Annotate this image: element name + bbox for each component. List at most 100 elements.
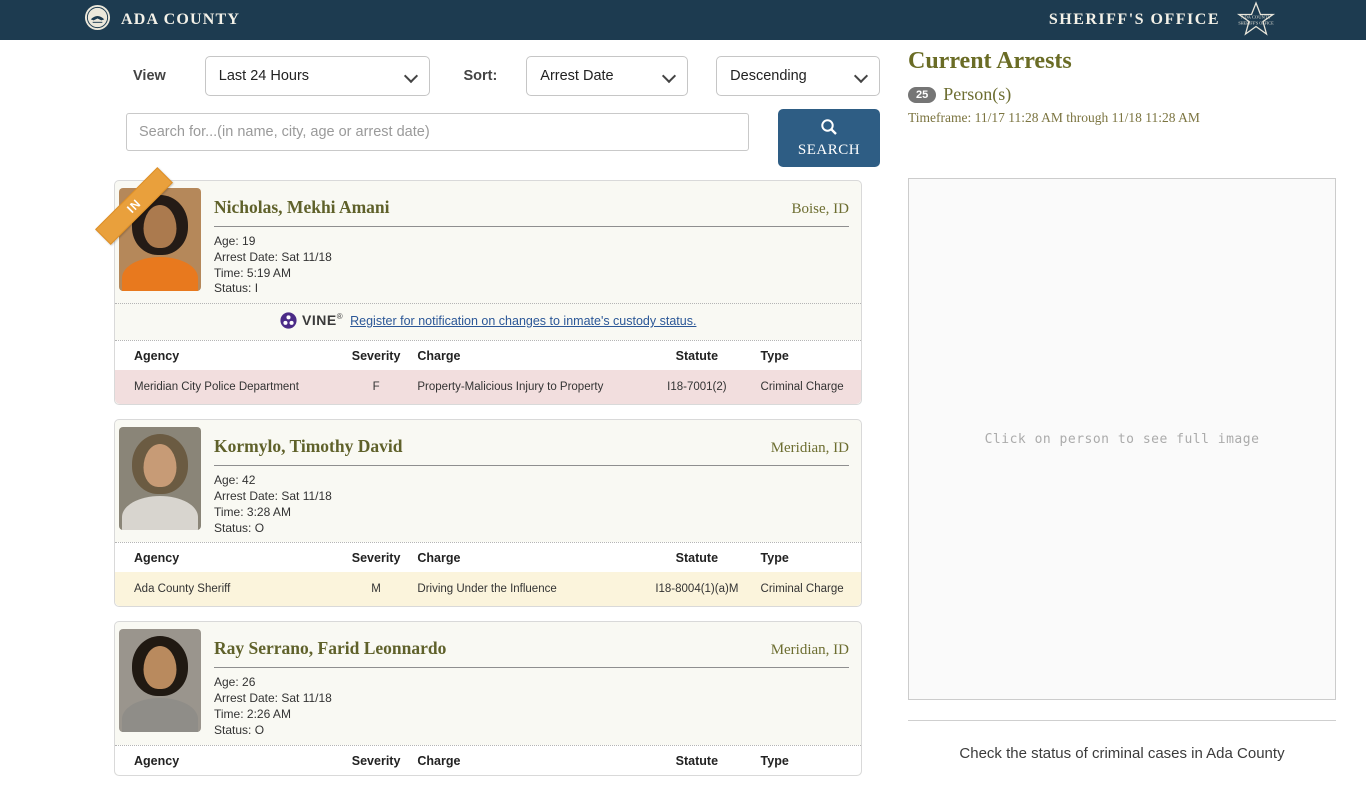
status-line: Status: O bbox=[214, 521, 849, 537]
charge-description: Property-Malicious Injury to Property bbox=[413, 370, 637, 404]
arrest-card[interactable]: Kormylo, Timothy David Meridian, ID Age:… bbox=[114, 419, 862, 607]
col-charge: Charge bbox=[413, 746, 637, 775]
person-city: Meridian, ID bbox=[771, 642, 849, 659]
status-value: O bbox=[255, 521, 264, 535]
badge-text-line1: ADA COUNTY bbox=[1241, 15, 1272, 20]
current-arrests-panel: Current Arrests 25 Person(s) Timeframe: … bbox=[908, 40, 1336, 768]
mugshot[interactable] bbox=[119, 427, 201, 530]
age-line: Age: 42 bbox=[214, 473, 849, 489]
search-button[interactable]: SEARCH bbox=[778, 109, 880, 167]
arrest-card[interactable]: IN Nicholas, Mekhi Amani Boise, ID Age: … bbox=[114, 180, 862, 405]
charge-agency: Ada County Sheriff bbox=[115, 572, 339, 606]
status-value: I bbox=[255, 281, 258, 295]
charge-type: Criminal Charge bbox=[757, 370, 861, 404]
sort-direction-select[interactable]: Descending bbox=[716, 56, 880, 96]
badge-text-line2: SHERIFF'S OFFICE bbox=[1238, 21, 1274, 26]
col-severity: Severity bbox=[339, 746, 414, 775]
mugshot-torso bbox=[122, 257, 198, 291]
search-bar: SEARCH bbox=[114, 109, 880, 167]
charges-header-row: Agency Severity Charge Statute Type bbox=[115, 341, 861, 370]
preview-placeholder-text: Click on person to see full image bbox=[985, 432, 1260, 447]
col-charge: Charge bbox=[413, 341, 637, 370]
charge-severity: M bbox=[339, 572, 414, 606]
person-count-label: Person(s) bbox=[943, 84, 1011, 105]
charge-severity: F bbox=[339, 370, 414, 404]
sheriff-star-badge-icon: ADA COUNTY SHERIFF'S OFFICE bbox=[1230, 1, 1282, 39]
view-select-value: Last 24 Hours bbox=[219, 68, 309, 84]
person-city: Meridian, ID bbox=[771, 440, 849, 457]
sort-field-value: Arrest Date bbox=[540, 68, 613, 84]
sort-label: Sort: bbox=[463, 68, 497, 84]
col-statute: Statute bbox=[637, 341, 756, 370]
vine-brand: VINE bbox=[302, 312, 337, 328]
timeframe-text: Timeframe: 11/17 11:28 AM through 11/18 … bbox=[908, 110, 1336, 126]
arrest-date-value: Sat 11/18 bbox=[281, 250, 331, 264]
vine-register-link[interactable]: Register for notification on changes to … bbox=[350, 314, 696, 328]
charges-header-row: Agency Severity Charge Statute Type bbox=[115, 746, 861, 775]
col-agency: Agency bbox=[115, 543, 339, 572]
time-value: 5:19 AM bbox=[247, 266, 291, 280]
charges-table-section: Agency Severity Charge Statute Type Meri… bbox=[115, 340, 861, 404]
charge-row: Ada County Sheriff M Driving Under the I… bbox=[115, 572, 861, 606]
col-type: Type bbox=[757, 543, 861, 572]
person-count-badge: 25 bbox=[908, 87, 936, 103]
mugshot-face bbox=[144, 444, 177, 487]
arrest-list: IN Nicholas, Mekhi Amani Boise, ID Age: … bbox=[114, 180, 862, 776]
panel-title: Current Arrests bbox=[908, 48, 1336, 75]
col-type: Type bbox=[757, 341, 861, 370]
col-agency: Agency bbox=[115, 341, 339, 370]
panel-divider bbox=[908, 720, 1336, 721]
age-value: 26 bbox=[242, 675, 255, 689]
charges-body: Ada County Sheriff M Driving Under the I… bbox=[115, 572, 861, 606]
full-image-preview: Click on person to see full image bbox=[908, 178, 1336, 700]
charge-agency: Meridian City Police Department bbox=[115, 370, 339, 404]
arrest-card[interactable]: Ray Serrano, Farid Leonnardo Meridian, I… bbox=[114, 621, 862, 775]
name-divider bbox=[214, 226, 849, 227]
charge-statute: I18-8004(1)(a)M bbox=[637, 572, 756, 606]
age-value: 19 bbox=[242, 234, 255, 248]
time-line: Time: 2:26 AM bbox=[214, 707, 849, 723]
case-status-link[interactable]: Check the status of criminal cases in Ad… bbox=[908, 745, 1336, 762]
mugshot-face bbox=[144, 205, 177, 248]
mugshot-torso bbox=[122, 496, 198, 530]
charge-statute: I18-7001(2) bbox=[637, 370, 756, 404]
search-button-label: SEARCH bbox=[798, 142, 860, 159]
charge-row: Meridian City Police Department F Proper… bbox=[115, 370, 861, 404]
person-city: Boise, ID bbox=[792, 201, 850, 218]
arrests-main: View Last 24 Hours Sort: Arrest Date Des… bbox=[114, 40, 880, 790]
view-select[interactable]: Last 24 Hours bbox=[205, 56, 431, 96]
col-statute: Statute bbox=[637, 543, 756, 572]
charges-body: Meridian City Police Department F Proper… bbox=[115, 370, 861, 404]
charge-description: Driving Under the Influence bbox=[413, 572, 637, 606]
charges-header-row: Agency Severity Charge Statute Type bbox=[115, 543, 861, 572]
mugshot-torso bbox=[122, 698, 198, 732]
search-icon bbox=[820, 118, 838, 139]
status-value: O bbox=[255, 723, 264, 737]
time-value: 2:26 AM bbox=[247, 707, 291, 721]
age-line: Age: 19 bbox=[214, 234, 849, 250]
search-input[interactable] bbox=[126, 113, 749, 151]
sort-field-select[interactable]: Arrest Date bbox=[526, 56, 688, 96]
office-title: SHERIFF'S OFFICE bbox=[1049, 11, 1220, 29]
col-type: Type bbox=[757, 746, 861, 775]
vine-logo-icon bbox=[280, 318, 300, 332]
col-severity: Severity bbox=[339, 543, 414, 572]
sort-direction-value: Descending bbox=[730, 68, 807, 84]
arrest-date-line: Arrest Date: Sat 11/18 bbox=[214, 489, 849, 505]
mugshot[interactable] bbox=[119, 629, 201, 732]
time-line: Time: 5:19 AM bbox=[214, 266, 849, 282]
name-divider bbox=[214, 465, 849, 466]
charges-table-section: Agency Severity Charge Statute Type Ada … bbox=[115, 542, 861, 606]
status-line: Status: I bbox=[214, 281, 849, 297]
charge-type: Criminal Charge bbox=[757, 572, 861, 606]
mugshot-face bbox=[144, 646, 177, 689]
view-label: View bbox=[133, 68, 166, 84]
app-header: ADA COUNTY SHERIFF'S OFFICE ADA COUNTY S… bbox=[0, 0, 1366, 40]
arrest-date-value: Sat 11/18 bbox=[281, 691, 331, 705]
col-severity: Severity bbox=[339, 341, 414, 370]
arrest-date-line: Arrest Date: Sat 11/18 bbox=[214, 250, 849, 266]
filter-bar: View Last 24 Hours Sort: Arrest Date Des… bbox=[114, 56, 880, 96]
person-name: Ray Serrano, Farid Leonnardo bbox=[214, 638, 446, 659]
col-statute: Statute bbox=[637, 746, 756, 775]
col-charge: Charge bbox=[413, 543, 637, 572]
